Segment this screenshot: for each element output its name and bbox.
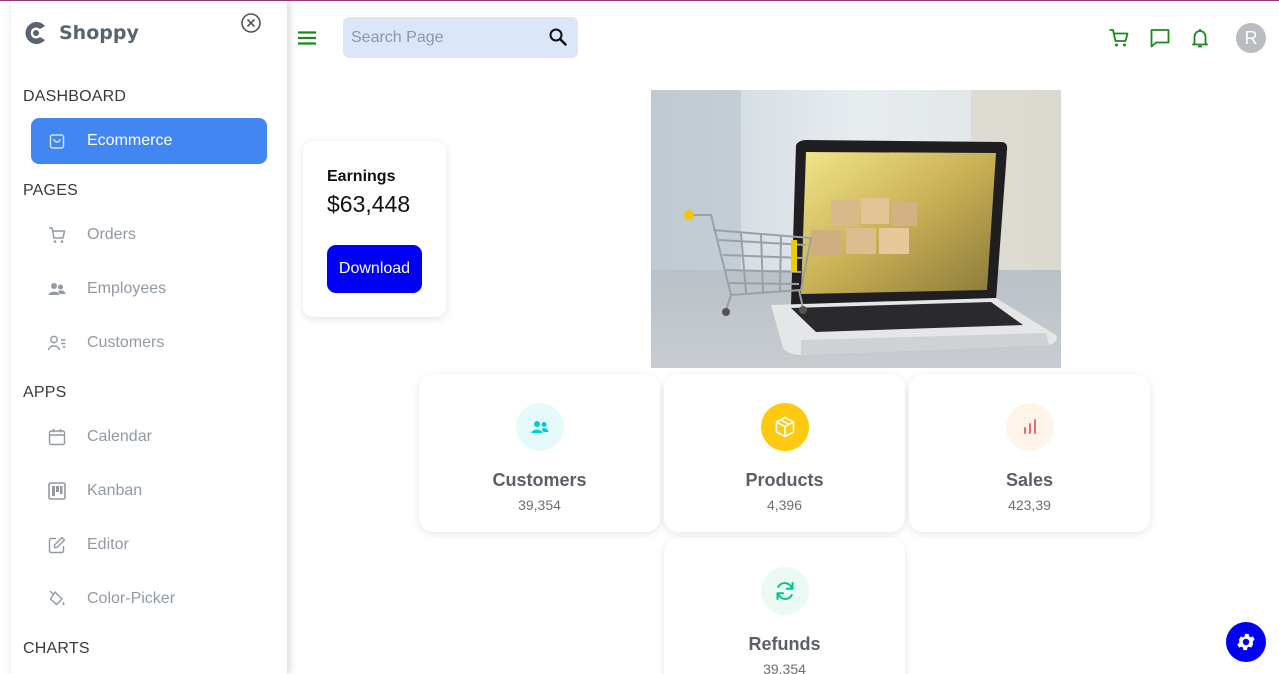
kanban-icon (48, 482, 66, 500)
settings-button[interactable] (1226, 622, 1266, 662)
shoppy-logo-icon (25, 22, 45, 44)
stat-value: 423,39 (1008, 497, 1051, 513)
cart-icon (49, 227, 66, 243)
stat-value: 39,354 (518, 497, 561, 513)
paint-bucket-icon (49, 590, 65, 606)
shopping-bag-icon (49, 134, 65, 149)
chat-icon[interactable] (1149, 27, 1171, 49)
sidebar-item-color-picker[interactable]: Color-Picker (31, 576, 267, 622)
stat-label: Customers (492, 470, 587, 490)
stat-label: Sales (1005, 470, 1054, 490)
earnings-label: Earnings (327, 168, 396, 185)
sidebar-item-orders[interactable]: Orders (31, 212, 267, 258)
sidebar-item-label: Customers (87, 334, 165, 351)
search-box (343, 17, 578, 58)
products-stat-icon-circle[interactable] (761, 403, 809, 451)
customers-stat-icon-circle[interactable] (516, 403, 564, 451)
stat-card-sales: Sales 423,39 (909, 374, 1150, 532)
sidebar-item-calendar[interactable]: Calendar (31, 414, 267, 460)
section-charts: CHARTS (23, 640, 90, 657)
sales-stat-icon-circle[interactable] (1006, 403, 1054, 451)
sidebar: Shoppy DASHBOARD Ecommerce PAGES Orders … (11, 1, 287, 674)
search-input[interactable] (343, 17, 538, 58)
calendar-icon (48, 429, 66, 446)
sidebar-item-label: Orders (87, 226, 136, 243)
bell-icon[interactable] (1189, 27, 1211, 49)
stat-label: Refunds (748, 634, 821, 654)
employees-icon (48, 283, 66, 295)
gear-icon (1237, 633, 1255, 651)
stat-value: 39,354 (763, 661, 806, 674)
box-icon (775, 416, 795, 438)
sidebar-item-label: Employees (87, 280, 167, 297)
customers-icon (531, 421, 549, 433)
refunds-stat-icon-circle[interactable] (761, 567, 809, 615)
sidebar-item-label: Color-Picker (87, 590, 176, 607)
section-pages: PAGES (23, 182, 78, 199)
download-button[interactable]: Download (327, 245, 422, 293)
stat-card-products: Products 4,396 (664, 374, 905, 532)
close-sidebar-icon[interactable] (240, 12, 262, 34)
earnings-card: Earnings $63,448 Download (303, 141, 446, 317)
search-icon[interactable] (548, 27, 568, 47)
cart-icon[interactable] (1108, 27, 1130, 49)
refresh-icon (776, 582, 794, 600)
sidebar-item-employees[interactable]: Employees (31, 266, 267, 312)
sidebar-item-kanban[interactable]: Kanban (31, 468, 267, 514)
earnings-amount: $63,448 (327, 191, 411, 217)
stat-value: 4,396 (766, 497, 803, 513)
hamburger-menu-icon[interactable] (297, 28, 317, 48)
edit-icon (48, 536, 66, 554)
sidebar-item-label: Calendar (87, 428, 152, 445)
section-dashboard: DASHBOARD (23, 88, 127, 105)
sidebar-item-label: Editor (87, 536, 129, 553)
ecommerce-hero-image (651, 90, 1061, 368)
brand-logo[interactable]: Shoppy (23, 17, 139, 49)
stat-card-refunds: Refunds 39,354 (664, 538, 905, 674)
sidebar-item-editor[interactable]: Editor (31, 522, 267, 568)
sidebar-item-ecommerce[interactable]: Ecommerce (31, 118, 267, 164)
stat-label: Products (745, 470, 824, 490)
customers-icon (47, 335, 66, 351)
user-avatar[interactable]: R (1236, 23, 1266, 53)
sidebar-item-customers[interactable]: Customers (31, 320, 267, 366)
brand-name: Shoppy (59, 22, 139, 44)
section-apps: APPS (23, 384, 67, 401)
bar-chart-icon (1024, 419, 1036, 434)
sidebar-item-label: Ecommerce (87, 132, 173, 149)
sidebar-item-label: Kanban (87, 482, 143, 499)
stat-card-customers: Customers 39,354 (419, 374, 660, 532)
